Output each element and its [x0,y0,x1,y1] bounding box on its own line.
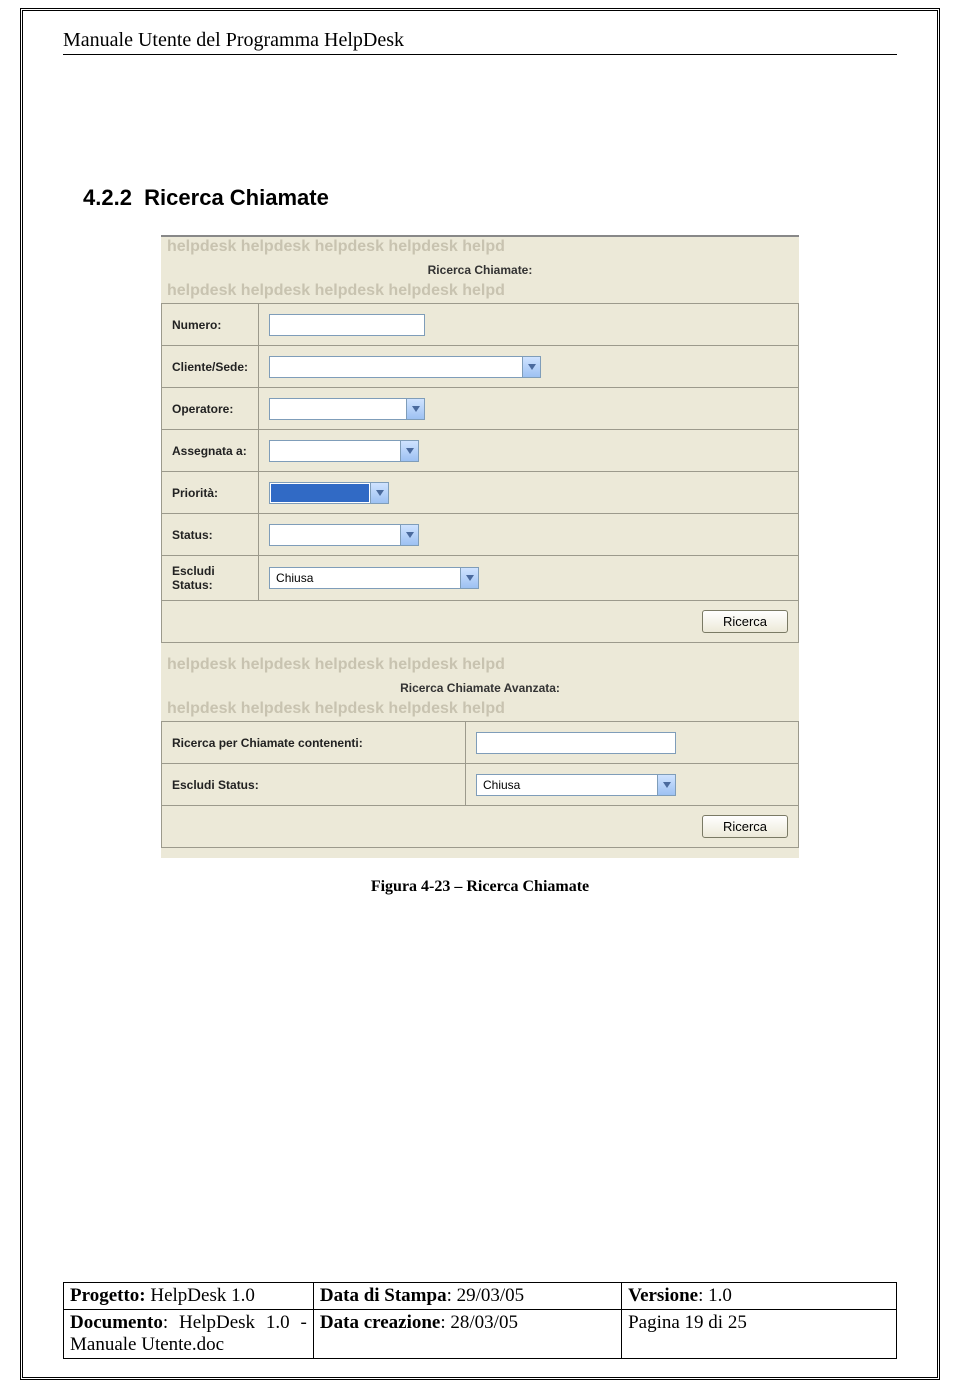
panel2-title: Ricerca Chiamate Avanzata: [161,677,799,699]
row-cliente: Cliente/Sede: [162,346,799,388]
escludi-status-adv-select[interactable]: Chiusa [476,774,676,796]
chevron-down-icon [657,775,675,795]
label-cliente: Cliente/Sede: [162,346,259,388]
cell-numero [259,304,799,346]
search-form-advanced: Ricerca per Chiamate contenenti: Escludi… [161,721,799,848]
priorita-value [271,484,369,502]
search-form-basic: Numero: Cliente/Sede: Operatore [161,303,799,643]
chevron-down-icon [406,399,424,419]
ricerca-button-adv[interactable]: Ricerca [702,815,788,838]
footer-progetto-value: HelpDesk 1.0 [146,1285,255,1306]
escludi-status-value: Chiusa [270,568,460,588]
ricerca-button[interactable]: Ricerca [702,610,788,633]
assegnata-select[interactable] [269,440,419,462]
footer-stampa-value: : 29/03/05 [447,1285,525,1306]
cliente-select[interactable] [269,356,541,378]
row-contenenti: Ricerca per Chiamate contenenti: [162,722,799,764]
watermark-row: helpdesk helpdesk helpdesk helpdesk help… [161,237,799,259]
screenshot-figure: helpdesk helpdesk helpdesk helpdesk help… [161,235,799,858]
section-heading: 4.2.2 Ricerca Chiamate [83,185,897,211]
operatore-select[interactable] [269,398,425,420]
watermark-row: helpdesk helpdesk helpdesk helpdesk help… [161,281,799,303]
operatore-value [270,399,406,419]
footer-creazione-value: : 28/03/05 [440,1312,518,1333]
numero-input[interactable] [269,314,425,336]
row-numero: Numero: [162,304,799,346]
watermark-row: helpdesk helpdesk helpdesk helpdesk help… [161,655,799,677]
document-footer: Progetto: HelpDesk 1.0 Data di Stampa: 2… [63,1282,897,1359]
status-select[interactable] [269,524,419,546]
label-status: Status: [162,514,259,556]
footer-stampa: Data di Stampa: 29/03/05 [313,1283,621,1310]
row-operatore: Operatore: [162,388,799,430]
panel1-title: Ricerca Chiamate: [161,259,799,281]
footer-versione-label: Versione [628,1285,698,1306]
chevron-down-icon [400,441,418,461]
cliente-value [270,357,522,377]
row-assegnata: Assegnata a: [162,430,799,472]
status-value [270,525,400,545]
chevron-down-icon [522,357,540,377]
footer-creazione-label: Data creazione [320,1312,440,1333]
footer-versione-value: : 1.0 [698,1285,732,1306]
label-assegnata: Assegnata a: [162,430,259,472]
label-escludi-status: Escludi Status: [162,556,259,601]
section-number: 4.2.2 [83,185,132,210]
label-numero: Numero: [162,304,259,346]
footer-progetto: Progetto: HelpDesk 1.0 [64,1283,314,1310]
document-header: Manuale Utente del Programma HelpDesk [63,29,897,55]
label-escludi-status-adv: Escludi Status: [162,764,466,806]
chevron-down-icon [400,525,418,545]
priorita-select[interactable] [269,482,389,504]
footer-versione: Versione: 1.0 [622,1283,897,1310]
row-ricerca-button-adv: Ricerca [162,806,799,848]
row-priorita: Priorità: [162,472,799,514]
section-title-text: Ricerca Chiamate [144,185,329,210]
footer-documento-label: Documento [70,1312,163,1333]
chevron-down-icon [370,483,388,503]
contenenti-input[interactable] [476,732,676,754]
figure-caption: Figura 4-23 – Ricerca Chiamate [63,878,897,896]
escludi-status-select[interactable]: Chiusa [269,567,479,589]
footer-documento: Documento: HelpDesk 1.0 - Manuale Utente… [64,1310,314,1359]
escludi-status-adv-value: Chiusa [477,775,657,795]
watermark-row: helpdesk helpdesk helpdesk helpdesk help… [161,699,799,721]
footer-creazione: Data creazione: 28/03/05 [313,1310,621,1359]
assegnata-value [270,441,400,461]
footer-pagina: Pagina 19 di 25 [622,1310,897,1359]
row-ricerca-button: Ricerca [162,601,799,643]
label-operatore: Operatore: [162,388,259,430]
row-escludi-status: Escludi Status: Chiusa [162,556,799,601]
label-contenenti: Ricerca per Chiamate contenenti: [162,722,466,764]
footer-stampa-label: Data di Stampa [320,1285,447,1306]
label-priorita: Priorità: [162,472,259,514]
row-escludi-status-adv: Escludi Status: Chiusa [162,764,799,806]
chevron-down-icon [460,568,478,588]
row-status: Status: [162,514,799,556]
footer-progetto-label: Progetto: [70,1285,146,1306]
